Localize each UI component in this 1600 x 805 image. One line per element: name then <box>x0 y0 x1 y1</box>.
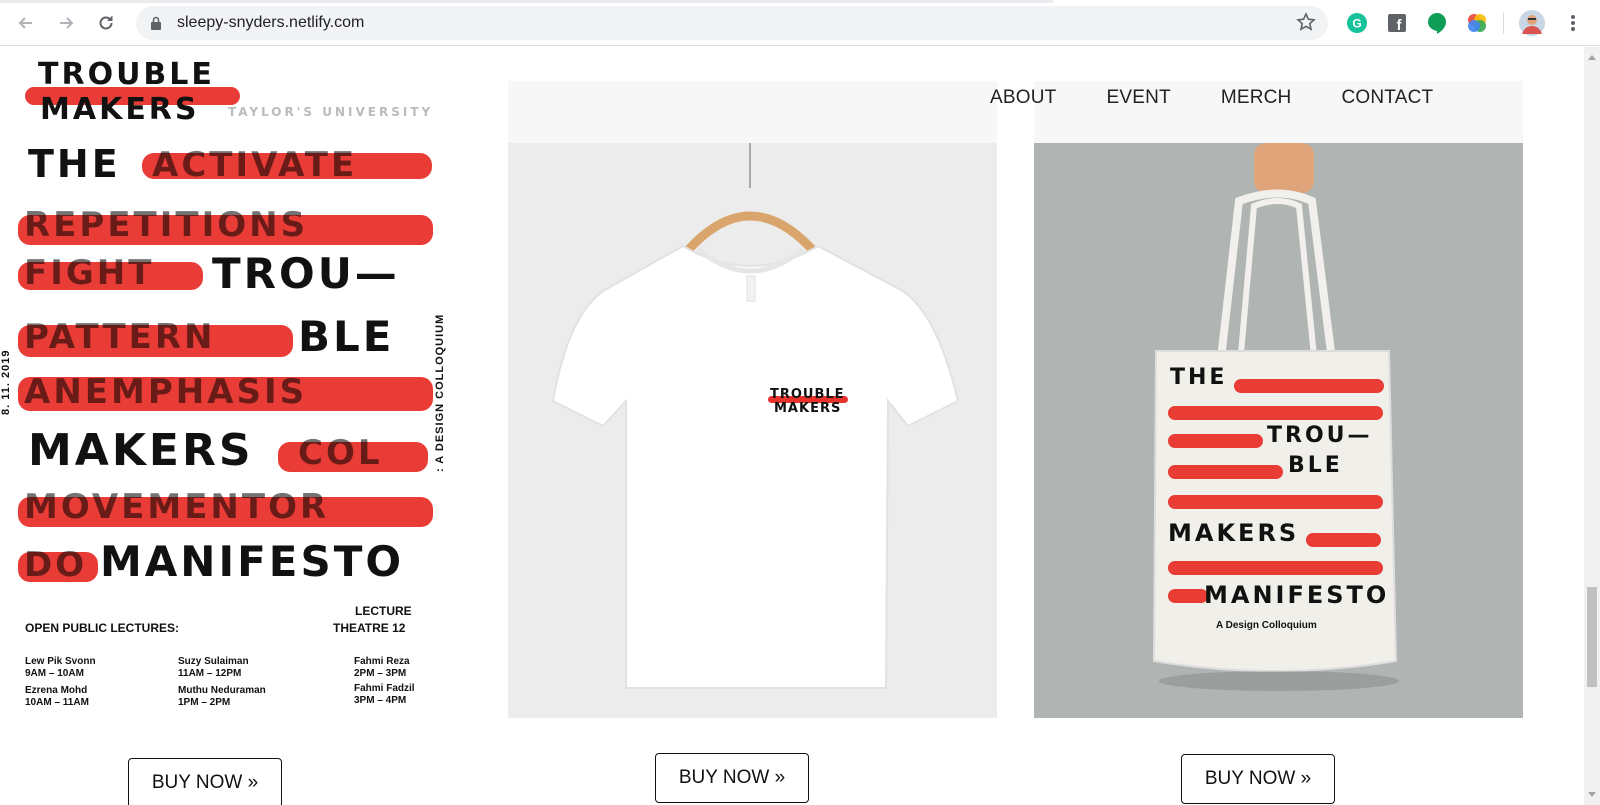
paint-stroke <box>1168 406 1383 420</box>
tote-line-5: MANIFESTO <box>1204 581 1390 609</box>
poster-line-4-bold: BLE <box>298 312 395 361</box>
speaker-time: 1PM – 2PM <box>178 697 231 708</box>
avatar[interactable] <box>1519 10 1545 36</box>
buy-now-button-poster[interactable]: BUY NOW » <box>128 758 282 805</box>
tshirt-product-image: TROUBLE MAKERS <box>508 81 997 718</box>
paint-stroke <box>1168 589 1208 603</box>
svg-text:G: G <box>1352 17 1361 31</box>
arrow-left-icon <box>18 17 32 29</box>
scrollbar-thumb[interactable] <box>1587 587 1597 687</box>
speaker-time: 2PM – 3PM <box>354 668 407 679</box>
photos-icon[interactable] <box>1465 11 1489 35</box>
reload-button[interactable] <box>93 10 119 36</box>
buy-now-button-tshirt[interactable]: BUY NOW » <box>655 753 809 803</box>
tote-line-2: TROU— <box>1267 423 1373 448</box>
poster-line-8-struck: DO <box>24 545 88 585</box>
poster-line-1-struck: ACTIVATE <box>152 145 358 185</box>
grammarly-icon[interactable]: G <box>1345 11 1369 35</box>
poster-line-1-bold: THE <box>28 142 121 186</box>
bookmark-star-icon[interactable] <box>1296 12 1316 37</box>
scroll-down-arrow-icon[interactable] <box>1588 792 1596 797</box>
url-text: sleepy-snyders.netlify.com <box>177 14 365 31</box>
tote-product-image: THE TROU— BLE MAKERS MANIFESTO A Design … <box>1034 81 1523 718</box>
paint-stroke <box>1168 465 1283 479</box>
page-scrollbar[interactable] <box>1584 47 1600 805</box>
tote-line-1: THE <box>1170 365 1228 390</box>
poster-product-image: TROUBLE MAKERS TAYLOR'S UNIVERSITY THE A… <box>0 57 460 737</box>
facebook-icon[interactable]: f <box>1385 11 1409 35</box>
toolbar-divider <box>1503 12 1504 34</box>
poster-venue-1: LECTURE <box>355 604 412 618</box>
speaker-time: 11AM – 12PM <box>178 668 242 679</box>
reload-icon <box>99 16 113 30</box>
poster-title-top: TROUBLE <box>38 57 215 92</box>
paint-stroke <box>1234 379 1384 393</box>
browser-menu-button[interactable] <box>1560 10 1586 36</box>
poster-line-3-struck: FIGHT <box>24 253 155 293</box>
poster-university: TAYLOR'S UNIVERSITY <box>228 105 434 119</box>
poster-venue-2: THEATRE 12 <box>333 621 406 635</box>
paint-stroke <box>1168 495 1383 509</box>
nav-contact[interactable]: CONTACT <box>1341 87 1433 109</box>
poster-line-3-bold: TROU— <box>212 249 400 298</box>
tshirt-logo-line1: TROUBLE <box>770 387 845 402</box>
more-vertical-icon <box>1571 15 1575 31</box>
webpage: TROUBLE MAKERS TAYLOR'S UNIVERSITY THE A… <box>0 47 1584 805</box>
poster-line-5-struck: ANEMPHASIS <box>24 372 308 412</box>
tote-line-4: MAKERS <box>1168 519 1300 547</box>
address-bar[interactable]: sleepy-snyders.netlify.com <box>136 6 1328 40</box>
paint-stroke <box>1168 434 1263 448</box>
tote-caption: A Design Colloquium <box>1216 620 1317 631</box>
poster-colloquium: : A DESIGN COLLOQUIUM <box>434 313 446 472</box>
site-navigation: ABOUT EVENT MERCH CONTACT <box>990 87 1483 109</box>
poster-line-4-struck: PATTERN <box>24 317 216 357</box>
lock-icon <box>150 16 162 35</box>
tote-line-3: BLE <box>1288 453 1343 478</box>
scroll-up-arrow-icon[interactable] <box>1588 55 1596 60</box>
poster-line-7-struck: MOVEMENTOR <box>24 487 330 527</box>
poster-line-8-bold: MANIFESTO <box>100 537 405 586</box>
speaker-time: 10AM – 11AM <box>25 697 89 708</box>
speaker-time: 3PM – 4PM <box>354 695 407 706</box>
nav-merch[interactable]: MERCH <box>1221 87 1292 109</box>
paint-stroke <box>1168 561 1383 575</box>
buy-now-button-tote[interactable]: BUY NOW » <box>1181 754 1335 804</box>
nav-about[interactable]: ABOUT <box>990 87 1056 109</box>
speaker-time: 9AM – 10AM <box>25 668 84 679</box>
poster-title-top2: MAKERS <box>40 92 200 127</box>
hangouts-icon[interactable] <box>1425 11 1449 35</box>
poster-line-6-struck: COL <box>298 433 383 473</box>
tshirt-illustration <box>508 143 997 718</box>
browser-toolbar: sleepy-snyders.netlify.com G f <box>0 0 1600 46</box>
poster-date: 8. 11. 2019 <box>0 349 12 415</box>
poster-lectures-heading: OPEN PUBLIC LECTURES: <box>25 621 180 635</box>
paint-stroke <box>1306 533 1381 547</box>
poster-line-2-struck: REPETITIONS <box>24 205 309 245</box>
nav-event[interactable]: EVENT <box>1106 87 1170 109</box>
arrow-right-icon <box>60 17 74 29</box>
forward-button[interactable] <box>53 10 79 36</box>
tshirt-logo-line2: MAKERS <box>774 401 842 416</box>
page-load-indicator <box>0 0 1053 3</box>
poster-line-6-bold: MAKERS <box>28 425 254 476</box>
back-button[interactable] <box>13 10 39 36</box>
